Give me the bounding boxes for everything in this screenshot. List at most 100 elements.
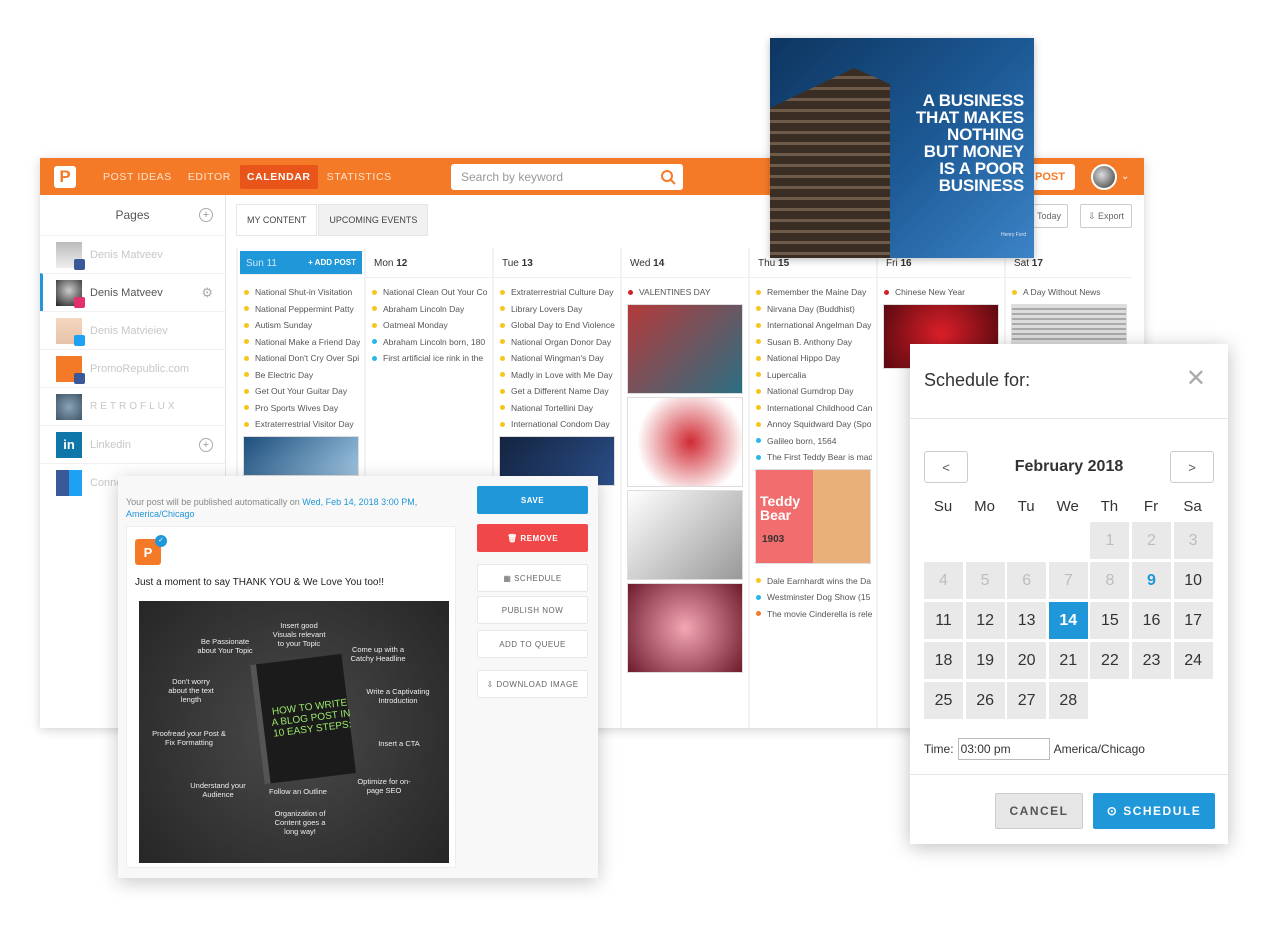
download-image-button[interactable]: ⇩ DOWNLOAD IMAGE <box>477 670 588 698</box>
calendar-event[interactable]: Library Lovers Day <box>500 301 616 318</box>
nav-editor[interactable]: EDITOR <box>181 165 238 189</box>
calendar-event[interactable]: Dale Earnhardt wins the Da <box>756 573 872 590</box>
calendar-day[interactable]: 11 <box>924 602 963 639</box>
sidebar-item-page[interactable]: in Linkedin + <box>40 425 225 463</box>
post-thumbnail[interactable] <box>243 435 359 476</box>
calendar-event[interactable]: International Condom Day <box>500 416 616 433</box>
calendar-day[interactable]: 9 <box>1132 562 1171 599</box>
post-thumbnail[interactable] <box>1011 303 1127 344</box>
calendar-event[interactable]: International Angelman Day <box>756 317 872 334</box>
calendar-event[interactable]: Madly in Love with Me Day <box>500 367 616 384</box>
calendar-event[interactable]: The First Teddy Bear is mad <box>756 449 872 466</box>
close-icon[interactable]: ✕ <box>1186 364 1206 393</box>
calendar-day[interactable]: 21 <box>1048 642 1088 679</box>
gear-icon[interactable]: ⚙ <box>201 285 213 301</box>
calendar-day[interactable]: 16 <box>1132 602 1171 639</box>
calendar-day[interactable]: 15 <box>1090 602 1130 639</box>
calendar-event[interactable]: National Hippo Day <box>756 350 872 367</box>
calendar-day[interactable]: 22 <box>1090 642 1130 679</box>
nav-calendar[interactable]: CALENDAR <box>239 164 318 189</box>
calendar-event[interactable]: First artificial ice rink in the <box>372 350 488 367</box>
calendar-event[interactable]: Annoy Squidward Day (Spo <box>756 416 872 433</box>
schedule-button[interactable]: ⊙ SCHEDULE <box>1093 793 1215 829</box>
calendar-event[interactable]: Abraham Lincoln Day <box>372 301 488 318</box>
tab-my-content[interactable]: MY CONTENT <box>236 204 318 236</box>
nav-statistics[interactable]: STATISTICS <box>320 165 399 189</box>
calendar-event[interactable]: National Wingman's Day <box>500 350 616 367</box>
calendar-event[interactable]: Chinese New Year <box>884 284 1000 301</box>
post-message[interactable]: Just a moment to say THANK YOU & We Love… <box>135 577 384 588</box>
calendar-event[interactable]: Get Out Your Guitar Day <box>244 383 360 400</box>
calendar-event[interactable]: Extraterrestrial Culture Day <box>500 284 616 301</box>
user-avatar[interactable] <box>1091 164 1117 190</box>
calendar-day[interactable]: 12 <box>965 602 1005 639</box>
quote-image-card[interactable]: A BUSINESS THAT MAKES NOTHING BUT MONEY … <box>770 38 1034 258</box>
calendar-event[interactable]: Susan B. Anthony Day <box>756 334 872 351</box>
calendar-event[interactable]: Remember the Maine Day <box>756 284 872 301</box>
calendar-event[interactable]: Extraterrestrial Visitor Day <box>244 416 360 433</box>
calendar-event[interactable]: Westminster Dog Show (15 <box>756 589 872 606</box>
calendar-event[interactable]: National Gumdrop Day <box>756 383 872 400</box>
calendar-event[interactable]: Global Day to End Violence <box>500 317 616 334</box>
calendar-day[interactable]: 24 <box>1173 642 1213 679</box>
app-logo[interactable]: P <box>54 165 76 188</box>
calendar-day[interactable]: 19 <box>965 642 1005 679</box>
calendar-event[interactable]: A Day Without News <box>1012 284 1128 301</box>
publish-now-button[interactable]: PUBLISH NOW <box>477 596 588 624</box>
calendar-event[interactable]: Abraham Lincoln born, 180 <box>372 334 488 351</box>
add-post-button[interactable]: + ADD POST <box>308 258 356 267</box>
calendar-event[interactable]: Get a Different Name Day <box>500 383 616 400</box>
chevron-down-icon[interactable]: ⌄ <box>1121 171 1129 182</box>
schedule-post-button[interactable]: ▦ SCHEDULE <box>477 564 588 592</box>
save-button[interactable]: SAVE <box>477 486 588 514</box>
calendar-event[interactable]: National Organ Donor Day <box>500 334 616 351</box>
calendar-event[interactable]: National Don't Cry Over Spi <box>244 350 360 367</box>
calendar-day[interactable]: 13 <box>1007 602 1047 639</box>
post-thumbnail[interactable] <box>627 303 743 394</box>
export-button[interactable]: ⇩ Export <box>1080 204 1132 228</box>
calendar-day[interactable]: 23 <box>1132 642 1171 679</box>
sidebar-item-page[interactable]: RETROFLUX <box>40 387 225 425</box>
search-input[interactable]: Search by keyword <box>451 164 683 190</box>
sidebar-item-page[interactable]: Denis Matvieiev <box>40 311 225 349</box>
calendar-event[interactable]: National Peppermint Patty <box>244 301 360 318</box>
calendar-event[interactable]: VALENTINES DAY <box>628 284 744 301</box>
post-thumbnail[interactable] <box>627 582 743 673</box>
calendar-day[interactable]: 28 <box>1048 682 1088 719</box>
next-month-button[interactable]: > <box>1170 451 1214 483</box>
calendar-event[interactable]: Galileo born, 1564 <box>756 433 872 450</box>
calendar-event[interactable]: Nirvana Day (Buddhist) <box>756 301 872 318</box>
calendar-event[interactable]: International Childhood Can <box>756 400 872 417</box>
post-thumbnail[interactable] <box>627 396 743 487</box>
time-input[interactable]: 03:00 pm <box>957 738 1050 760</box>
calendar-event[interactable]: The movie Cinderella is rele <box>756 606 872 623</box>
calendar-event[interactable]: Oatmeal Monday <box>372 317 488 334</box>
calendar-day[interactable]: 20 <box>1007 642 1047 679</box>
remove-button[interactable]: 🗑 REMOVE <box>477 524 588 552</box>
calendar-event[interactable]: Autism Sunday <box>244 317 360 334</box>
calendar-event[interactable]: National Clean Out Your Co <box>372 284 488 301</box>
calendar-event[interactable]: National Tortellini Day <box>500 400 616 417</box>
calendar-event[interactable]: Be Electric Day <box>244 367 360 384</box>
add-page-icon[interactable]: + <box>199 208 213 222</box>
calendar-day[interactable]: 14 <box>1048 602 1088 639</box>
sidebar-item-page[interactable]: Denis Matveev <box>40 235 225 273</box>
calendar-event[interactable]: Pro Sports Wives Day <box>244 400 360 417</box>
add-to-queue-button[interactable]: ADD TO QUEUE <box>477 630 588 658</box>
nav-post-ideas[interactable]: POST IDEAS <box>96 165 179 189</box>
post-thumbnail[interactable] <box>627 489 743 580</box>
teddy-bear-post-thumbnail[interactable]: Teddy Bear 1903 <box>755 468 871 564</box>
sidebar-item-page[interactable]: PromoRepublic.com <box>40 349 225 387</box>
calendar-day[interactable]: 17 <box>1173 602 1213 639</box>
tab-upcoming-events[interactable]: UPCOMING EVENTS <box>318 204 429 236</box>
today-button[interactable]: Today <box>1030 204 1068 228</box>
search-icon[interactable] <box>660 169 676 185</box>
calendar-day[interactable]: 26 <box>965 682 1005 719</box>
calendar-day[interactable]: 10 <box>1173 562 1213 599</box>
sidebar-item-page-active[interactable]: Denis Matveev ⚙ <box>40 273 225 311</box>
calendar-day[interactable]: 18 <box>924 642 963 679</box>
calendar-event[interactable]: National Make a Friend Day <box>244 334 360 351</box>
calendar-event[interactable]: National Shut-in Visitation <box>244 284 360 301</box>
post-image[interactable]: HOW TO WRITE A BLOG POST IN 10 EASY STEP… <box>139 601 449 863</box>
add-connection-icon[interactable]: + <box>199 438 213 452</box>
